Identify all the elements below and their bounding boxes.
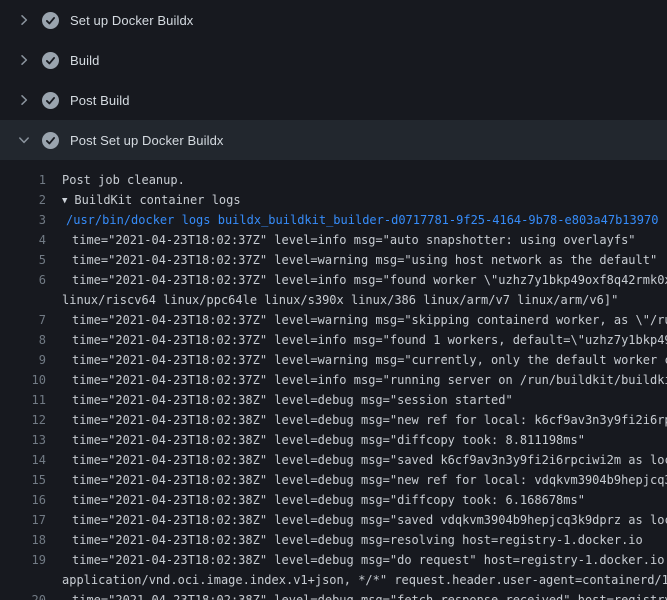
- log-line: 17 time="2021-04-23T18:02:38Z" level=deb…: [0, 510, 667, 530]
- line-text: time="2021-04-23T18:02:37Z" level=info m…: [72, 270, 667, 290]
- line-number[interactable]: 13: [0, 430, 46, 450]
- line-number[interactable]: 16: [0, 490, 46, 510]
- log-line: 3 /usr/bin/docker logs buildx_buildkit_b…: [0, 210, 667, 230]
- line-text: time="2021-04-23T18:02:38Z" level=debug …: [72, 530, 667, 550]
- log-lines: 1 Post job cleanup. 2 ▼BuildKit containe…: [0, 170, 667, 600]
- line-text: time="2021-04-23T18:02:38Z" level=debug …: [72, 470, 667, 490]
- step-label: Build: [70, 53, 99, 68]
- step-success-icon: [42, 92, 59, 109]
- chevron-icon: [16, 92, 32, 108]
- line-number[interactable]: 14: [0, 450, 46, 470]
- chevron-down-icon: [16, 132, 32, 148]
- chevron-right-icon: [16, 92, 32, 108]
- log-line: 6 time="2021-04-23T18:02:37Z" level=info…: [0, 270, 667, 290]
- line-number[interactable]: 15: [0, 470, 46, 490]
- line-number[interactable]: 17: [0, 510, 46, 530]
- line-number[interactable]: [0, 570, 46, 590]
- log-line: application/vnd.oci.image.index.v1+json,…: [0, 570, 667, 590]
- line-text: time="2021-04-23T18:02:38Z" level=debug …: [72, 490, 667, 510]
- group-toggle-icon[interactable]: ▼: [62, 191, 67, 210]
- line-text: time="2021-04-23T18:02:38Z" level=debug …: [72, 590, 667, 600]
- line-number[interactable]: 19: [0, 550, 46, 570]
- line-number[interactable]: 4: [0, 230, 46, 250]
- log-line: 14 time="2021-04-23T18:02:38Z" level=deb…: [0, 450, 667, 470]
- step-row[interactable]: Post Set up Docker Buildx: [0, 120, 667, 160]
- steps-list: Set up Docker Buildx Build: [0, 0, 667, 160]
- line-text: time="2021-04-23T18:02:37Z" level=warnin…: [72, 310, 667, 330]
- line-text: application/vnd.oci.image.index.v1+json,…: [62, 570, 667, 590]
- chevron-right-icon: [16, 52, 32, 68]
- line-number[interactable]: 2: [0, 190, 46, 210]
- log-line: 7 time="2021-04-23T18:02:37Z" level=warn…: [0, 310, 667, 330]
- line-number[interactable]: 6: [0, 270, 46, 290]
- line-text: time="2021-04-23T18:02:37Z" level=warnin…: [72, 250, 667, 270]
- line-number[interactable]: 3: [0, 210, 46, 230]
- chevron-icon: [16, 12, 32, 28]
- line-text[interactable]: ▼BuildKit container logs: [62, 190, 667, 210]
- line-number[interactable]: 1: [0, 170, 46, 190]
- line-text: time="2021-04-23T18:02:38Z" level=debug …: [72, 550, 667, 570]
- step-success-icon: [42, 12, 59, 29]
- line-number[interactable]: 7: [0, 310, 46, 330]
- log-line: 12 time="2021-04-23T18:02:38Z" level=deb…: [0, 410, 667, 430]
- log-line: 2 ▼BuildKit container logs: [0, 190, 667, 210]
- line-text: time="2021-04-23T18:02:37Z" level=info m…: [72, 230, 667, 250]
- line-text: time="2021-04-23T18:02:38Z" level=debug …: [72, 510, 667, 530]
- line-number[interactable]: 11: [0, 390, 46, 410]
- step-label: Post Set up Docker Buildx: [70, 133, 224, 148]
- line-text: time="2021-04-23T18:02:38Z" level=debug …: [72, 450, 667, 470]
- line-number[interactable]: 18: [0, 530, 46, 550]
- log-line: 8 time="2021-04-23T18:02:37Z" level=info…: [0, 330, 667, 350]
- step-success-icon: [42, 132, 59, 149]
- log-line: 18 time="2021-04-23T18:02:38Z" level=deb…: [0, 530, 667, 550]
- line-number[interactable]: 10: [0, 370, 46, 390]
- log-line: 16 time="2021-04-23T18:02:38Z" level=deb…: [0, 490, 667, 510]
- step-row[interactable]: Build: [0, 40, 667, 80]
- line-number[interactable]: [0, 290, 46, 310]
- log-line: 20 time="2021-04-23T18:02:38Z" level=deb…: [0, 590, 667, 600]
- line-text: time="2021-04-23T18:02:38Z" level=debug …: [72, 430, 667, 450]
- line-text: time="2021-04-23T18:02:38Z" level=debug …: [72, 410, 667, 430]
- log-line: 15 time="2021-04-23T18:02:38Z" level=deb…: [0, 470, 667, 490]
- log-line: 5 time="2021-04-23T18:02:37Z" level=warn…: [0, 250, 667, 270]
- log-line: 13 time="2021-04-23T18:02:38Z" level=deb…: [0, 430, 667, 450]
- step-success-icon: [42, 52, 59, 69]
- chevron-right-icon: [16, 12, 32, 28]
- line-text: time="2021-04-23T18:02:37Z" level=info m…: [72, 370, 667, 390]
- line-number[interactable]: 12: [0, 410, 46, 430]
- step-row[interactable]: Post Build: [0, 80, 667, 120]
- line-text: Post job cleanup.: [62, 170, 667, 190]
- step-label: Set up Docker Buildx: [70, 13, 193, 28]
- log-line: 11 time="2021-04-23T18:02:38Z" level=deb…: [0, 390, 667, 410]
- log-line: 19 time="2021-04-23T18:02:38Z" level=deb…: [0, 550, 667, 570]
- line-text: time="2021-04-23T18:02:38Z" level=debug …: [72, 390, 667, 410]
- line-number[interactable]: 5: [0, 250, 46, 270]
- actions-log-viewer: Set up Docker Buildx Build: [0, 0, 667, 600]
- log-line: linux/riscv64 linux/ppc64le linux/s390x …: [0, 290, 667, 310]
- line-text: time="2021-04-23T18:02:37Z" level=info m…: [72, 330, 667, 350]
- step-row[interactable]: Set up Docker Buildx: [0, 0, 667, 40]
- line-number[interactable]: 8: [0, 330, 46, 350]
- log-line: 10 time="2021-04-23T18:02:37Z" level=inf…: [0, 370, 667, 390]
- log-panel: 1 Post job cleanup. 2 ▼BuildKit containe…: [0, 160, 667, 600]
- log-line: 4 time="2021-04-23T18:02:37Z" level=info…: [0, 230, 667, 250]
- line-text: /usr/bin/docker logs buildx_buildkit_bui…: [66, 210, 667, 230]
- line-number[interactable]: 20: [0, 590, 46, 600]
- line-number[interactable]: 9: [0, 350, 46, 370]
- log-line: 1 Post job cleanup.: [0, 170, 667, 190]
- step-label: Post Build: [70, 93, 130, 108]
- log-line: 9 time="2021-04-23T18:02:37Z" level=warn…: [0, 350, 667, 370]
- line-text: time="2021-04-23T18:02:37Z" level=warnin…: [72, 350, 667, 370]
- line-text: linux/riscv64 linux/ppc64le linux/s390x …: [62, 290, 667, 310]
- chevron-icon: [16, 132, 32, 148]
- chevron-icon: [16, 52, 32, 68]
